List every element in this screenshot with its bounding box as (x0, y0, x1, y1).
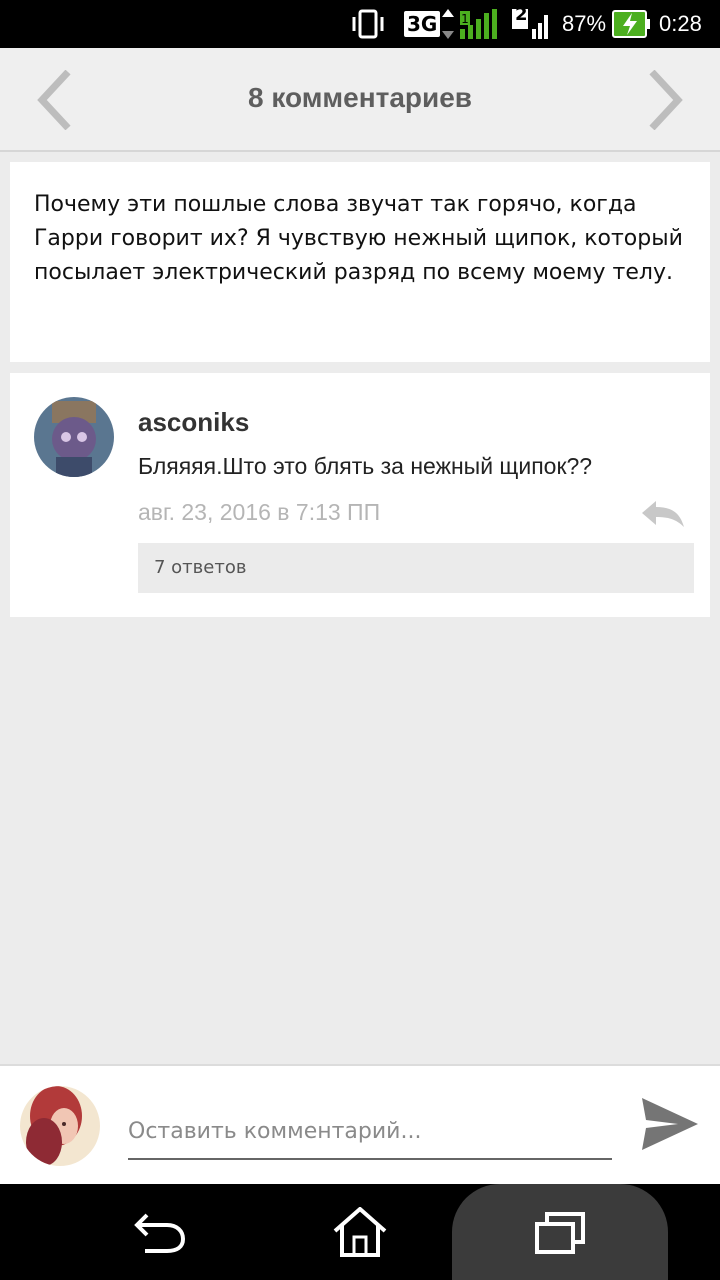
recent-apps-icon[interactable] (452, 1184, 668, 1280)
system-nav-bar (0, 1184, 720, 1280)
avatar[interactable] (34, 397, 114, 477)
comment-text: Бляяяя.Што это блять за нежный щипок?? (138, 453, 593, 479)
network-type-icon: 3G (404, 0, 441, 48)
comment-card: asconiks Бляяяя.Што это блять за нежный … (10, 373, 710, 617)
page-title: 8 комментариев (247, 82, 473, 113)
back-icon[interactable] (110, 1184, 210, 1280)
home-icon[interactable] (310, 1184, 410, 1280)
replies-button[interactable]: 7 ответов (138, 543, 694, 593)
clock: 0:28 (659, 11, 702, 36)
comment-input[interactable] (128, 1104, 612, 1160)
reply-icon[interactable] (640, 497, 686, 529)
vibrate-icon (350, 0, 386, 48)
battery-percent: 87% (562, 11, 607, 36)
battery-charging-icon (612, 0, 652, 48)
svg-text:1: 1 (461, 12, 469, 26)
sim2-label: 2 (515, 4, 528, 25)
comment-date: авг. 23, 2016 в 7:13 ПП (138, 499, 381, 525)
status-bar: 3G 1 2 87% 0:28 (0, 0, 720, 48)
comment-composer (0, 1064, 720, 1184)
post-card: Почему эти пошлые слова звучат так горяч… (10, 162, 710, 362)
post-text: Почему эти пошлые слова звучат так горяч… (34, 192, 683, 285)
network-type-label: 3G (404, 11, 441, 37)
replies-label: 7 ответов (154, 557, 247, 578)
header: 8 комментариев (0, 48, 720, 152)
signal-strength-icon: 1 (442, 0, 502, 48)
next-arrow-icon[interactable] (644, 69, 684, 131)
comment-username[interactable]: asconiks (138, 407, 249, 438)
send-icon[interactable] (638, 1096, 700, 1152)
my-avatar (20, 1086, 100, 1166)
